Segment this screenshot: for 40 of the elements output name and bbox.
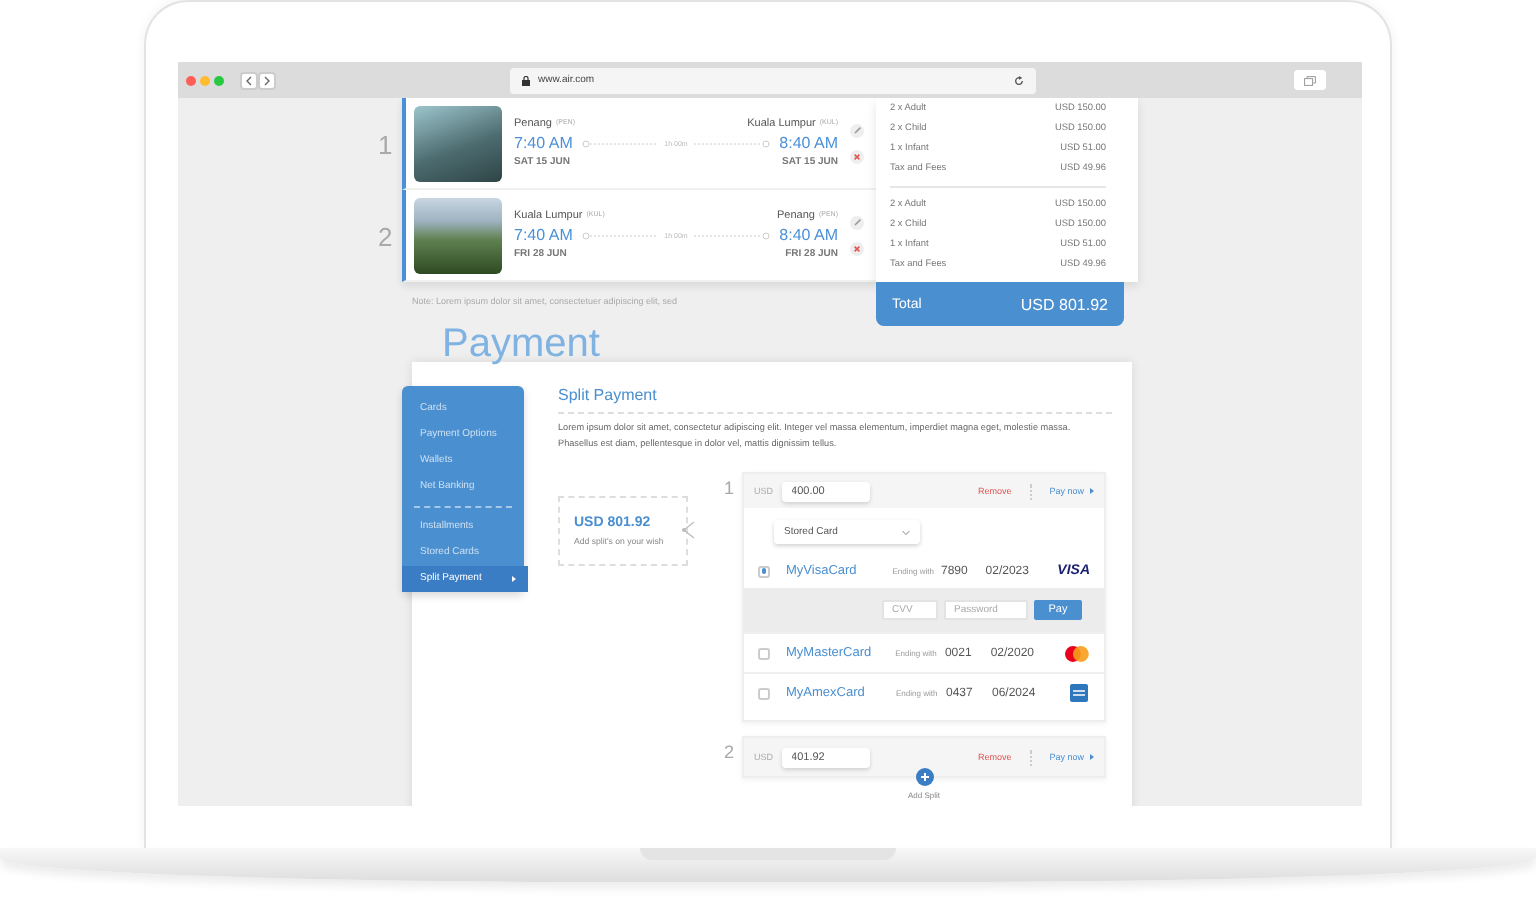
chevron-down-icon bbox=[902, 529, 910, 535]
close-icon bbox=[854, 153, 860, 159]
page-heading: Payment bbox=[442, 326, 602, 362]
delete-button[interactable] bbox=[850, 149, 864, 163]
delete-button[interactable] bbox=[850, 241, 864, 255]
pencil-icon bbox=[853, 218, 861, 226]
plus-icon bbox=[919, 772, 929, 782]
reload-icon[interactable] bbox=[1014, 75, 1024, 85]
departure-time: 7:40 AM bbox=[514, 226, 573, 244]
caret-icon bbox=[512, 576, 516, 582]
row-number: 2 bbox=[378, 223, 393, 249]
split-number: 2 bbox=[724, 740, 737, 766]
close-button[interactable] bbox=[186, 75, 196, 85]
card-logo-icon bbox=[1064, 645, 1090, 661]
card-radio[interactable] bbox=[758, 687, 770, 699]
photo-placeholder bbox=[414, 105, 502, 181]
departure-time: 7:40 AM bbox=[514, 134, 573, 152]
chevron-left-icon bbox=[246, 75, 252, 85]
total-amount: USD 801.92 bbox=[1020, 295, 1108, 313]
edit-button[interactable] bbox=[850, 123, 864, 137]
split-number: 1 bbox=[724, 476, 737, 502]
row-number: 1 bbox=[378, 131, 393, 157]
card-logo-icon bbox=[1070, 684, 1088, 702]
tabs-icon bbox=[1304, 75, 1316, 85]
chevron-right-icon bbox=[264, 75, 270, 85]
arrival-time: 8:40 AM bbox=[779, 134, 838, 152]
section-title: Split Payment bbox=[558, 386, 659, 406]
card-radio[interactable] bbox=[758, 565, 770, 577]
forward-button[interactable] bbox=[258, 71, 276, 89]
close-icon bbox=[854, 245, 860, 251]
tabs-button[interactable] bbox=[1294, 70, 1326, 90]
edit-button[interactable] bbox=[850, 215, 864, 229]
lock-icon bbox=[522, 75, 530, 85]
arrival-time: 8:40 AM bbox=[779, 226, 838, 244]
pencil-icon bbox=[853, 126, 861, 134]
card-radio[interactable] bbox=[758, 647, 770, 659]
back-button[interactable] bbox=[240, 71, 258, 89]
photo-placeholder bbox=[414, 197, 502, 273]
maximize-button[interactable] bbox=[214, 75, 224, 85]
share-icon[interactable] bbox=[682, 520, 696, 540]
